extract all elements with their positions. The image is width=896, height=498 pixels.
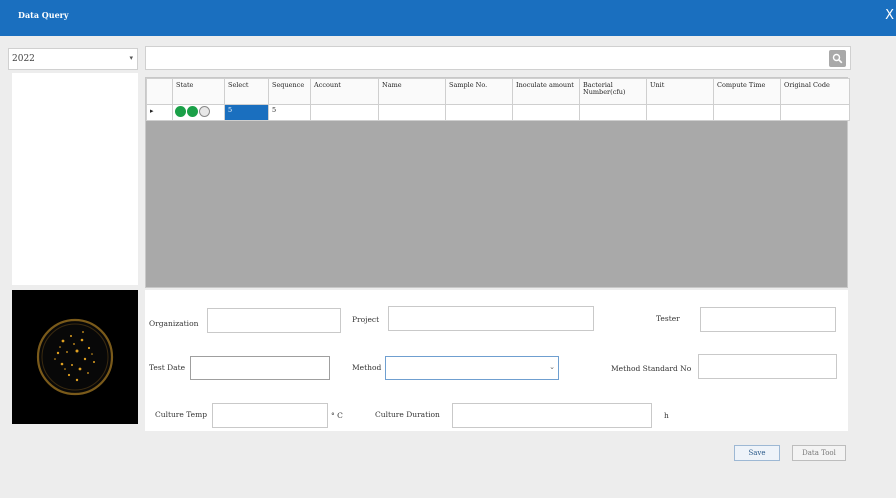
col-header-bacterial-number[interactable]: Bacterial Number(cfu) <box>579 78 647 105</box>
sample-form: Organization Project Tester Test Date Me… <box>145 290 848 431</box>
project-input[interactable] <box>388 306 594 331</box>
table-row[interactable]: ▸ 5 5 <box>146 104 850 121</box>
method-select[interactable]: ⌄ <box>385 356 559 380</box>
culture-temp-unit: ° C <box>331 411 343 420</box>
title-bar: Data Query X <box>0 0 896 36</box>
sample-no-cell <box>445 104 513 121</box>
search-button[interactable] <box>829 50 846 67</box>
data-tool-button[interactable]: Data Tool <box>792 445 846 461</box>
original-code-cell <box>780 104 850 121</box>
state-empty-indicator <box>199 106 211 117</box>
name-cell <box>378 104 446 121</box>
window-title: Data Query <box>18 10 69 20</box>
tester-input[interactable] <box>700 307 836 332</box>
culture-temp-input[interactable] <box>212 403 328 428</box>
culture-duration-unit: h <box>664 411 669 420</box>
organization-input[interactable] <box>207 308 341 333</box>
grid-header-row: State Select Sequence Account Name Sampl… <box>146 78 850 105</box>
col-header-select[interactable]: Select <box>224 78 269 105</box>
col-header-original-code[interactable]: Original Code <box>780 78 850 105</box>
culture-temp-label: Culture Temp <box>155 410 207 419</box>
save-button[interactable]: Save <box>734 445 780 461</box>
state-green-indicator <box>175 106 186 117</box>
col-header-unit[interactable]: Unit <box>646 78 714 105</box>
row-indicator: ▸ <box>146 104 173 121</box>
chevron-down-icon: ▾ <box>129 54 133 62</box>
bacterial-cell <box>579 104 647 121</box>
organization-label: Organization <box>149 319 199 328</box>
tester-label: Tester <box>656 314 680 323</box>
year-select[interactable]: 2022 ▾ <box>8 48 138 70</box>
project-label: Project <box>352 315 380 324</box>
test-date-label: Test Date <box>149 363 186 372</box>
col-header-compute-time[interactable]: Compute Time <box>713 78 781 105</box>
sequence-cell: 5 <box>268 104 311 121</box>
col-header-indicator <box>146 78 173 105</box>
data-grid: State Select Sequence Account Name Sampl… <box>145 77 850 288</box>
state-cell <box>172 104 225 121</box>
petri-dish-image <box>36 318 114 396</box>
col-header-state[interactable]: State <box>172 78 225 105</box>
chevron-down-icon: ⌄ <box>549 363 555 371</box>
unit-cell <box>646 104 714 121</box>
compute-time-cell <box>713 104 781 121</box>
inoculate-cell <box>512 104 580 121</box>
sample-image <box>12 290 138 424</box>
col-header-sample-no[interactable]: Sample No. <box>445 78 513 105</box>
search-input[interactable] <box>145 46 851 70</box>
method-label: Method <box>352 363 382 372</box>
test-date-input[interactable] <box>190 356 330 380</box>
state-green-indicator <box>187 106 199 117</box>
select-cell[interactable]: 5 <box>224 104 269 121</box>
col-header-name[interactable]: Name <box>378 78 446 105</box>
search-icon <box>832 53 843 64</box>
culture-duration-input[interactable] <box>452 403 652 428</box>
method-standard-input[interactable] <box>698 354 837 379</box>
method-standard-label: Method Standard No <box>611 364 692 373</box>
col-header-account[interactable]: Account <box>310 78 379 105</box>
col-header-sequence[interactable]: Sequence <box>268 78 311 105</box>
left-list-panel[interactable] <box>12 73 138 285</box>
year-value: 2022 <box>12 54 35 64</box>
close-icon[interactable]: X <box>885 8 894 23</box>
culture-duration-label: Culture Duration <box>375 410 440 419</box>
col-header-inoculate-amount[interactable]: Inoculate amount <box>512 78 580 105</box>
account-cell <box>310 104 379 121</box>
